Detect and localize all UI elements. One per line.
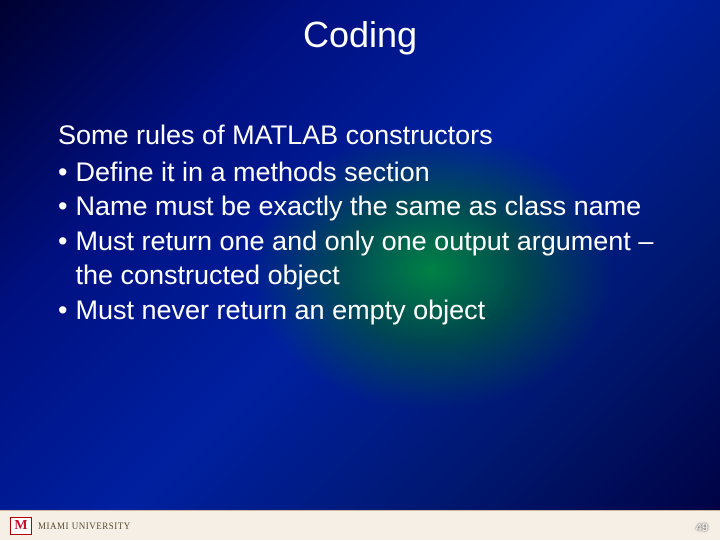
bullet-marker: • (58, 189, 75, 224)
university-logo: M MIAMI UNIVERSITY (10, 517, 131, 535)
bullet-item: • Must never return an empty object (58, 293, 662, 328)
bullet-item: • Name must be exactly the same as class… (58, 189, 662, 224)
slide-title: Coding (0, 14, 720, 56)
logo-text: MIAMI UNIVERSITY (38, 521, 131, 531)
bullet-marker: • (58, 224, 75, 293)
bullet-text: Define it in a methods section (75, 155, 662, 190)
logo-mark-icon: M (10, 517, 32, 535)
bullet-marker: • (58, 293, 75, 328)
bullet-marker: • (58, 155, 75, 190)
bullet-text: Name must be exactly the same as class n… (75, 189, 662, 224)
lead-text: Some rules of MATLAB constructors (58, 118, 662, 153)
slide-body: Some rules of MATLAB constructors • Defi… (58, 118, 662, 327)
page-number: 49 (696, 522, 708, 534)
slide: Coding Some rules of MATLAB constructors… (0, 0, 720, 540)
bullet-item: • Must return one and only one output ar… (58, 224, 662, 293)
footer-bar: M MIAMI UNIVERSITY (0, 510, 720, 540)
bullet-text: Must return one and only one output argu… (75, 224, 662, 293)
bullet-item: • Define it in a methods section (58, 155, 662, 190)
bullet-text: Must never return an empty object (75, 293, 662, 328)
